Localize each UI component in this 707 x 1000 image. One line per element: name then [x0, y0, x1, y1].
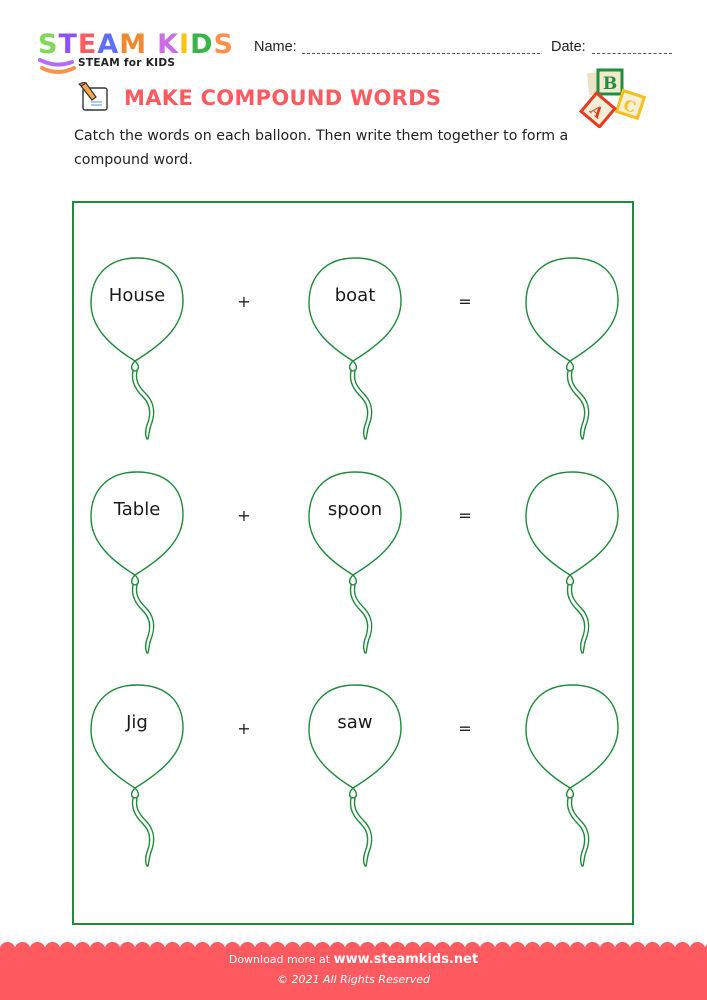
- name-field[interactable]: [302, 53, 540, 54]
- balloon-first-word: House: [87, 255, 187, 445]
- logo-smile-icon: [38, 58, 76, 74]
- balloon-answer[interactable]: [522, 469, 622, 659]
- plus-sign: +: [237, 292, 251, 311]
- download-prefix: Download more at: [228, 953, 331, 966]
- date-label: Date:: [551, 39, 586, 55]
- balloon-icon: [308, 684, 402, 867]
- balloon-icon: [525, 684, 619, 867]
- plus-sign: +: [237, 719, 251, 738]
- name-label: Name:: [254, 39, 297, 55]
- balloon-second-word: spoon: [305, 469, 405, 659]
- logo-letter: A: [97, 29, 120, 60]
- balloon-first-word: Table: [87, 469, 187, 659]
- balloon-answer[interactable]: [522, 682, 622, 872]
- second-word: boat: [334, 285, 376, 306]
- balloon-icon: [90, 471, 184, 654]
- balloon-icon: [308, 471, 402, 654]
- balloon-icon: [525, 471, 619, 654]
- logo-letter: D: [190, 29, 214, 60]
- block-letter-b: B: [603, 74, 617, 94]
- second-word: saw: [337, 712, 373, 733]
- worksheet-title: MAKE COMPOUND WORDS: [124, 86, 442, 110]
- plus-sign: +: [237, 506, 251, 525]
- footer-download-line: Download more at www.steamkids.net: [0, 952, 707, 967]
- balloon-icon: [308, 257, 402, 440]
- copyright: © 2021 All Rights Reserved: [276, 973, 430, 986]
- equals-sign: =: [458, 506, 472, 525]
- balloon-answer[interactable]: [522, 255, 622, 445]
- steam-kids-logo: STEAM KIDS STEAM for KIDS: [38, 30, 238, 76]
- balloon-second-word: saw: [305, 682, 405, 872]
- logo-tagline: STEAM for KIDS: [78, 57, 176, 69]
- date-field[interactable]: [592, 53, 672, 54]
- equals-sign: =: [458, 292, 472, 311]
- balloon-second-word: boat: [305, 255, 405, 445]
- balloon-icon: [525, 257, 619, 440]
- abc-blocks-icon: B C A: [578, 68, 646, 128]
- logo-letter: M: [119, 29, 148, 60]
- first-word: Jig: [126, 712, 148, 733]
- logo-letter: K: [157, 29, 180, 60]
- first-word: House: [108, 285, 166, 306]
- second-word: spoon: [327, 499, 383, 520]
- instructions: Catch the words on each balloon. Then wr…: [74, 128, 569, 168]
- balloon-icon: [90, 257, 184, 440]
- equals-sign: =: [458, 719, 472, 738]
- site-link[interactable]: www.steamkids.net: [334, 952, 479, 967]
- first-word: Table: [113, 499, 161, 520]
- logo-letter: E: [77, 29, 98, 60]
- logo-letter: S: [213, 29, 234, 60]
- balloon-icon: [90, 684, 184, 867]
- balloon-first-word: Jig: [87, 682, 187, 872]
- logo-letter: I: [179, 29, 191, 60]
- pencil-paper-icon: [78, 82, 108, 111]
